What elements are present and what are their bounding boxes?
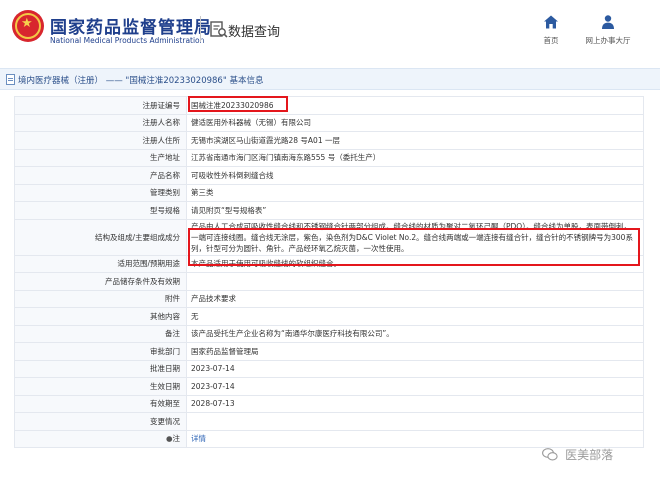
field-value: 无锡市滨湖区马山街道霞光路28 号A01 一层 [186,131,644,150]
table-row: 产品储存条件及有效期 [14,272,644,291]
table-row: 适用范围/预期用途 本产品适用于使用可吸收缝线的软组织缝合。 [14,254,644,273]
table-row: 备注 该产品受托生产企业名称为“南通华尔康医疗科技有限公司”。 [14,324,644,343]
wechat-icon [542,448,558,461]
nav-home[interactable]: 首页 [536,14,566,46]
brand-title-en: National Medical Products Administration [50,36,205,45]
field-value: 健适医用外科器械（无锡）有限公司 [186,113,644,132]
title-record-number: "国械注准20233020986" [125,76,227,86]
field-key: 管理类别 [14,183,187,202]
nav-home-label: 首页 [543,36,559,45]
table-row: 变更情况 [14,412,644,431]
field-value: 产品由人工合成可吸收性缝合线和不锈钢缝合针两部分组成。缝合线的材质为聚对二氧环己… [186,218,644,256]
table-row: 生效日期 2023-07-14 [14,377,644,396]
field-value: 第三类 [186,183,644,202]
table-row: 结构及组成/主要组成成分 产品由人工合成可吸收性缝合线和不锈钢缝合针两部分组成。… [14,218,644,256]
field-key: 备注 [14,324,187,343]
field-key: 有效期至 [14,394,187,413]
title-suffix: 基本信息 [229,76,264,86]
field-value [186,272,644,291]
field-key: 附件 [14,289,187,308]
table-row: 注册人名称 健适医用外科器械（无锡）有限公司 [14,113,644,132]
field-value: 2023-07-14 [186,359,644,378]
table-row: 其他内容 无 [14,307,644,326]
brand-title-cn[interactable]: 国家药品监督管理局 [50,13,212,38]
person-icon [602,15,614,29]
field-key: 产品储存条件及有效期 [14,272,187,291]
field-key-note: ●注 [14,429,187,448]
note-key-label: 注 [172,434,181,444]
field-value: 可吸收性外科倒刺缝合线 [186,166,644,185]
nav-online-service-hall[interactable]: 网上办事大厅 [578,14,638,46]
document-icon [6,74,15,85]
table-row: 注册证编号 国械注准20233020986 [14,96,644,115]
field-key: 其他内容 [14,307,187,326]
field-key: 注册证编号 [14,96,187,115]
field-value: 国家药品监督管理局 [186,342,644,361]
field-value: 江苏省南通市海门区海门镇南海东路555 号（委托生产） [186,148,644,167]
field-key: 审批部门 [14,342,187,361]
field-key: 结构及组成/主要组成成分 [14,218,187,256]
data-query-icon [210,21,228,38]
table-row: 批准日期 2023-07-14 [14,359,644,378]
table-row: 生产地址 江苏省南通市海门区海门镇南海东路555 号（委托生产） [14,148,644,167]
breadcrumb-section-link[interactable]: 境内医疗器械（注册） [18,76,103,86]
record-title-bar: 境内医疗器械（注册） —— "国械注准20233020986" 基本信息 [0,68,660,90]
field-value: 2028-07-13 [186,394,644,413]
watermark: 医美部落 [542,444,613,463]
composition-text: 产品由人工合成可吸收性缝合线和不锈钢缝合针两部分组成。缝合线的材质为聚对二氧环己… [191,221,633,253]
table-row: 审批部门 国家药品监督管理局 [14,342,644,361]
field-value: 国械注准20233020986 [186,96,644,115]
table-row: 管理类别 第三类 [14,183,644,202]
field-value [186,412,644,431]
nav-online-service-hall-label: 网上办事大厅 [585,36,631,45]
details-link[interactable]: 详情 [191,434,206,443]
field-key: 注册人住所 [14,131,187,150]
field-value: 产品技术要求 [186,289,644,308]
field-key: 变更情况 [14,412,187,431]
field-value: 请见附页“型号规格表” [186,201,644,220]
watermark-text: 医美部落 [565,448,614,462]
table-row: 有效期至 2028-07-13 [14,394,644,413]
record-title: 境内医疗器械（注册） —— "国械注准20233020986" 基本信息 [18,74,263,86]
table-row: 型号规格 请见附页“型号规格表” [14,201,644,220]
field-value: 本产品适用于使用可吸收缝线的软组织缝合。 [186,254,644,273]
field-key: 型号规格 [14,201,187,220]
field-key: 批准日期 [14,359,187,378]
national-emblem-logo[interactable]: ★ [12,10,44,42]
field-key: 适用范围/预期用途 [14,254,187,273]
table-row: 产品名称 可吸收性外科倒刺缝合线 [14,166,644,185]
field-key: 注册人名称 [14,113,187,132]
home-icon [544,15,558,29]
field-value: 该产品受托生产企业名称为“南通华尔康医疗科技有限公司”。 [186,324,644,343]
field-value: 2023-07-14 [186,377,644,396]
table-row: 附件 产品技术要求 [14,289,644,308]
field-key: 生效日期 [14,377,187,396]
header-divider [200,16,201,42]
field-key: 产品名称 [14,166,187,185]
field-key: 生产地址 [14,148,187,167]
table-row: 注册人住所 无锡市滨湖区马山街道霞光路28 号A01 一层 [14,131,644,150]
field-value: 无 [186,307,644,326]
registration-detail-table: 注册证编号 国械注准20233020986 注册人名称 健适医用外科器械（无锡）… [14,96,644,448]
data-query-label[interactable]: 数据查询 [228,21,280,40]
site-header: ★ 国家药品监督管理局 National Medical Products Ad… [0,0,660,60]
title-separator: —— [105,76,123,86]
